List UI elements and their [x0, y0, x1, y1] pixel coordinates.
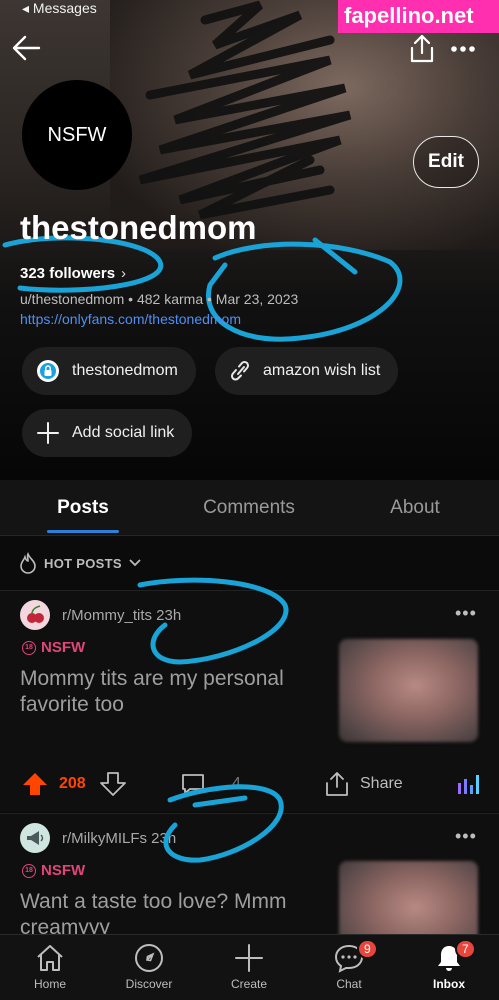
nav-home[interactable]: Home	[10, 935, 90, 1000]
add-social-link-button[interactable]: Add social link	[22, 409, 193, 457]
inbox-badge: 7	[455, 939, 476, 959]
status-back-messages[interactable]: ◂ Messages	[22, 0, 97, 17]
active-tab-indicator	[47, 530, 119, 533]
compass-icon	[135, 944, 163, 972]
watermark: fapellino.net	[338, 0, 499, 33]
post-thumbnail[interactable]	[339, 861, 478, 934]
back-triangle-icon: ◂	[22, 0, 33, 16]
profile-tabs: Posts Comments About	[0, 480, 499, 536]
profile-avatar[interactable]: NSFW	[22, 80, 132, 190]
profile-username: thestonedmom	[20, 209, 257, 246]
profile-link[interactable]: https://onlyfans.com/thestonedmom	[20, 311, 241, 327]
plus-icon	[36, 421, 60, 445]
more-horizontal-icon[interactable]	[447, 35, 479, 63]
onlyfans-lock-icon	[36, 359, 60, 383]
nav-discover[interactable]: Discover	[109, 935, 189, 1000]
social-link-amazon[interactable]: amazon wish list	[215, 347, 399, 395]
share-icon[interactable]	[405, 32, 439, 66]
post-title[interactable]: Want a taste too love? Mmm creamyyy	[20, 889, 320, 934]
social-link-onlyfans[interactable]: thestonedmom	[22, 347, 196, 395]
home-icon	[37, 945, 63, 971]
chevron-right-icon: ›	[121, 265, 127, 282]
plus-icon	[235, 944, 263, 972]
bottom-navigation: Home Discover Create Chat 9 Inbox 7	[0, 934, 499, 1000]
followers-link[interactable]: 323 followers ›	[20, 265, 126, 282]
link-icon	[229, 359, 251, 383]
chat-badge: 9	[357, 939, 378, 959]
tab-posts[interactable]: Posts	[18, 480, 148, 536]
tab-about[interactable]: About	[350, 480, 480, 536]
nav-chat[interactable]: Chat 9	[309, 935, 389, 1000]
chevron-down-icon	[128, 558, 142, 568]
tab-comments[interactable]: Comments	[184, 480, 314, 536]
profile-meta: u/thestonedmom • 482 karma • Mar 23, 202…	[20, 291, 299, 307]
arrow-left-icon[interactable]	[8, 30, 44, 66]
nav-inbox[interactable]: Inbox 7	[409, 935, 489, 1000]
nav-create[interactable]: Create	[209, 935, 289, 1000]
edit-profile-button[interactable]: Edit	[413, 136, 479, 188]
annotation-scribble	[137, 577, 289, 863]
